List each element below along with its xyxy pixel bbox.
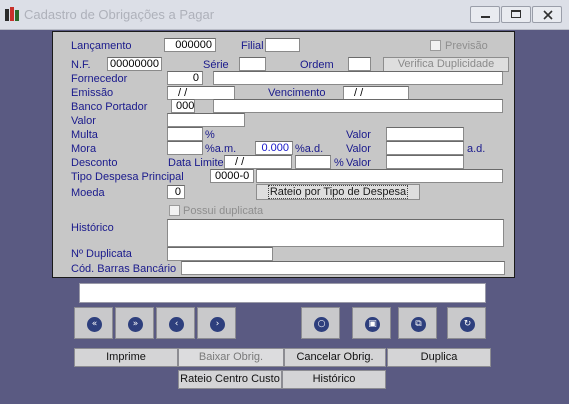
n-duplicata-field[interactable] — [167, 247, 273, 261]
lancamento-field[interactable]: 000000 — [164, 38, 216, 52]
previsao-checkbox[interactable] — [430, 40, 441, 51]
close-icon — [543, 10, 553, 20]
mora-ad2-label: a.d. — [467, 143, 486, 155]
minimize-icon — [481, 16, 490, 18]
vencimento-value: / / — [354, 87, 364, 99]
vencimento-field[interactable]: / / — [343, 86, 409, 100]
possui-duplicata-label: Possui duplicata — [183, 205, 264, 217]
mora-field[interactable] — [167, 141, 203, 155]
banco-label: Banco Portador — [71, 101, 148, 113]
first-record-icon: « — [87, 317, 102, 332]
desconto-pct-field[interactable] — [295, 155, 331, 169]
window-title: Cadastro de Obrigações a Pagar — [24, 7, 215, 22]
fast-forward-icon: » — [128, 317, 143, 332]
maximize-button[interactable] — [501, 6, 531, 23]
nf-label: N.F. — [71, 59, 91, 71]
multa-field[interactable] — [167, 127, 203, 141]
cancelar-obrig-button[interactable]: Cancelar Obrig. — [284, 348, 386, 367]
fornecedor-code-field[interactable]: 0 — [167, 71, 203, 85]
rateio-tipo-despesa-button[interactable]: Rateio por Tipo de Despesa — [256, 184, 420, 200]
previsao-label: Previsão — [445, 40, 488, 52]
lancamento-label: Lançamento — [71, 40, 132, 52]
moeda-field[interactable]: 0 — [167, 185, 185, 199]
minimize-button[interactable] — [470, 6, 500, 23]
baixar-obrig-button[interactable]: Baixar Obrig. — [178, 348, 284, 367]
edit-record-button[interactable]: ⧉ — [398, 307, 437, 339]
data-limite-field[interactable]: / / — [224, 155, 292, 169]
historico-button[interactable]: Histórico — [282, 370, 386, 389]
duplica-button[interactable]: Duplica — [387, 348, 491, 367]
cod-barras-field[interactable] — [181, 261, 505, 275]
serie-field[interactable] — [239, 57, 266, 71]
possui-duplicata-checkbox[interactable] — [169, 205, 180, 216]
emissao-value: / / — [178, 87, 188, 99]
tipo-despesa-label: Tipo Despesa Principal — [71, 171, 184, 183]
close-button[interactable] — [532, 6, 562, 23]
ordem-field[interactable] — [348, 57, 371, 71]
nf-field[interactable]: 00000000 — [107, 57, 162, 71]
edit-record-icon: ⧉ — [411, 317, 426, 332]
banco-code-field[interactable]: 000 — [171, 99, 195, 113]
mora-rate-field[interactable]: 0.000 — [255, 141, 293, 155]
delete-record-icon: ▣ — [365, 317, 380, 332]
next-icon: › — [210, 317, 225, 332]
refresh-button[interactable]: ↻ — [447, 307, 486, 339]
desconto-label: Desconto — [71, 157, 118, 169]
title-bar: Cadastro de Obrigações a Pagar — [0, 0, 569, 30]
rateio-tipo-despesa-label: Rateio por Tipo de Despesa — [267, 185, 409, 199]
multa-pct-label: % — [205, 129, 215, 141]
emissao-field[interactable]: / / — [167, 86, 235, 100]
fornecedor-label: Fornecedor — [71, 73, 128, 85]
tipo-despesa-code-field[interactable]: 0000-0 — [210, 169, 254, 183]
banco-name-field[interactable] — [213, 99, 503, 113]
maximize-icon — [511, 10, 521, 18]
app-icon — [5, 7, 19, 21]
filial-label: Filial — [241, 40, 264, 52]
imprime-button[interactable]: Imprime — [74, 348, 178, 367]
multa-valor-label: Valor — [346, 129, 371, 141]
cod-barras-label: Cód. Barras Bancário — [71, 263, 177, 275]
fast-forward-button[interactable]: » — [115, 307, 154, 339]
historico-label: Histórico — [71, 222, 114, 234]
valor-label: Valor — [71, 115, 96, 127]
fornecedor-name-field[interactable] — [213, 71, 503, 85]
moeda-label: Moeda — [71, 187, 105, 199]
verifica-duplicidade-button[interactable]: Verifica Duplicidade — [383, 57, 509, 72]
previous-record-button[interactable]: ‹ — [156, 307, 195, 339]
data-limite-value: / / — [235, 156, 245, 168]
n-duplicata-label: Nº Duplicata — [71, 248, 132, 260]
mora-valor-field[interactable] — [386, 141, 464, 155]
status-bar — [79, 283, 486, 303]
new-record-icon: ○ — [314, 317, 329, 332]
new-record-button[interactable]: ○ — [301, 307, 340, 339]
tipo-despesa-name-field[interactable] — [256, 169, 503, 183]
desconto-valor-field[interactable] — [386, 155, 464, 169]
form-panel: Lançamento 000000 Filial Previsão N.F. 0… — [52, 31, 515, 278]
rateio-centro-custo-button[interactable]: Rateio Centro Custo — [178, 370, 282, 389]
next-record-button[interactable]: › — [197, 307, 236, 339]
previous-icon: ‹ — [169, 317, 184, 332]
mora-valor-label: Valor — [346, 143, 371, 155]
mora-label: Mora — [71, 143, 97, 155]
valor-field[interactable] — [167, 113, 245, 127]
delete-record-button[interactable]: ▣ — [352, 307, 391, 339]
emissao-label: Emissão — [71, 87, 114, 99]
multa-valor-field[interactable] — [386, 127, 464, 141]
historico-field[interactable] — [167, 219, 504, 247]
multa-label: Multa — [71, 129, 98, 141]
filial-field[interactable] — [265, 38, 300, 52]
refresh-icon: ↻ — [460, 317, 475, 332]
first-record-button[interactable]: « — [74, 307, 113, 339]
